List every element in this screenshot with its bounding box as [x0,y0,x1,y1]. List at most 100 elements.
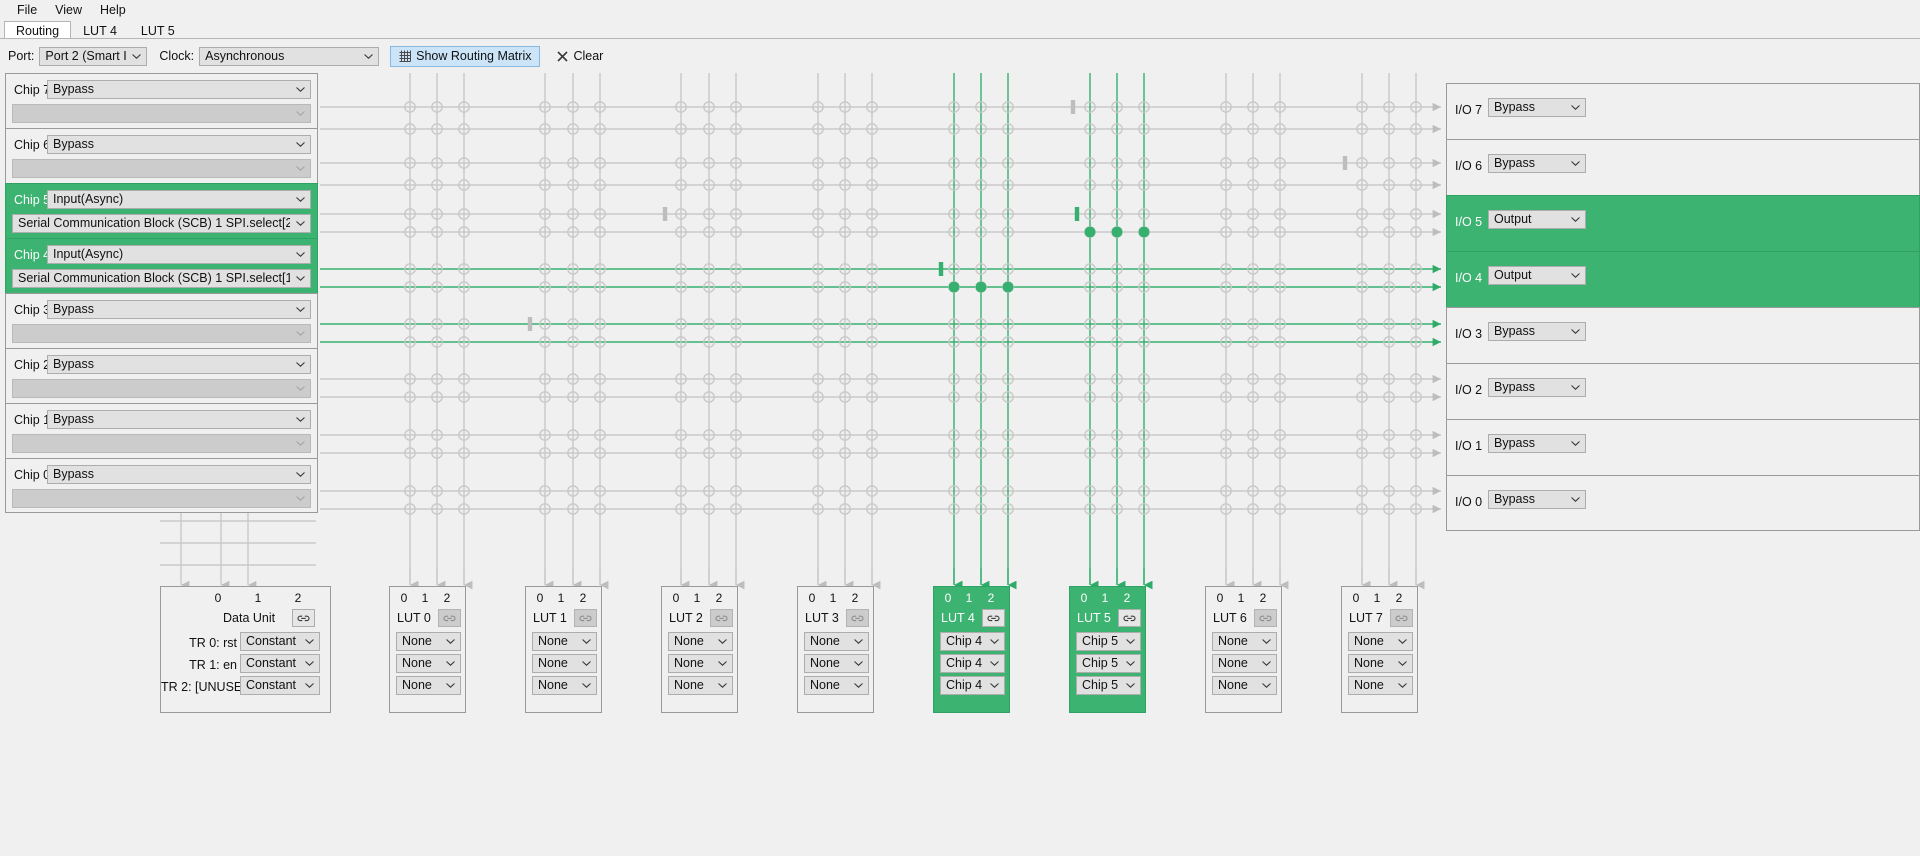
du-row-0-select[interactable]: Constant 0 [240,632,320,651]
lut-panel-lut3-input-0[interactable]: None [804,632,869,651]
chip-signal-select[interactable]: Serial Communication Block (SCB) 1 SPI.s… [12,214,311,233]
tab-routing[interactable]: Routing [4,21,72,39]
lut-panel-lut4-input-2[interactable]: Chip 4 [940,676,1005,695]
lut-panel-lut2-input-2[interactable]: None [668,676,733,695]
lut-input-value: Chip 4 [946,656,983,670]
menu-item-help[interactable]: Help [91,1,135,19]
chip-mode-select[interactable]: Bypass [47,410,311,429]
lut-panel-lut5-input-0[interactable]: Chip 5 [1076,632,1141,651]
chip-row-chip-3[interactable]: Chip 3 Bypass [5,293,318,348]
lut-link-button[interactable] [1390,609,1413,627]
lut-panel-lut0: 0 1 2 LUT 0 None None None [389,586,466,713]
lut-panel-lut6-input-1[interactable]: None [1212,654,1277,673]
chevron-down-icon [296,246,305,263]
lut-panel-lut1: 0 1 2 LUT 1 None None None [525,586,602,713]
lut-panel-lut5-input-2[interactable]: Chip 5 [1076,676,1141,695]
lut-link-button[interactable] [710,609,733,627]
io-row-i-o-7[interactable]: I/O 7 Bypass [1446,83,1920,139]
clear-button[interactable]: Clear [548,45,613,67]
chip-mode-select[interactable]: Bypass [47,135,311,154]
chip-mode-select[interactable]: Bypass [47,300,311,319]
data-unit-link-button[interactable] [292,609,315,627]
io-mode-select[interactable]: Bypass [1488,434,1586,453]
tab-lut5[interactable]: LUT 5 [128,21,187,39]
chip-signal-select[interactable] [12,324,311,343]
lut-panel-lut0-input-1[interactable]: None [396,654,461,673]
lut-panel-lut6-input-2[interactable]: None [1212,676,1277,695]
io-mode-select[interactable]: Bypass [1488,154,1586,173]
chip-signal-select[interactable] [12,104,311,123]
chip-signal-select[interactable] [12,489,311,508]
chip-label: Chip 7 [14,83,51,97]
lut-link-button[interactable] [982,609,1005,627]
io-label: I/O 5 [1455,215,1483,229]
lut-input-value: None [1354,678,1384,692]
io-row-i-o-2[interactable]: I/O 2 Bypass [1446,363,1920,419]
chip-row-chip-7[interactable]: Chip 7 Bypass [5,73,318,128]
lut-link-button[interactable] [438,609,461,627]
lut-link-button[interactable] [1254,609,1277,627]
chip-mode-select[interactable]: Input(Async) [47,190,311,209]
io-row-i-o-5[interactable]: I/O 5 Output [1446,195,1920,251]
chip-row-chip-2[interactable]: Chip 2 Bypass [5,348,318,403]
lut-panel-lut0-input-0[interactable]: None [396,632,461,651]
chip-row-chip-1[interactable]: Chip 1 Bypass [5,403,318,458]
lut-panel-lut4-input-1[interactable]: Chip 4 [940,654,1005,673]
tab-lut4[interactable]: LUT 4 [71,21,129,39]
io-row-i-o-0[interactable]: I/O 0 Bypass [1446,475,1920,531]
chip-row-chip-5[interactable]: Chip 5 Input(Async) Serial Communication B… [5,183,318,238]
chevron-down-icon [132,48,142,65]
io-mode-select[interactable]: Output [1488,266,1586,285]
lut-panel-lut5-input-1[interactable]: Chip 5 [1076,654,1141,673]
io-row-i-o-4[interactable]: I/O 4 Output [1446,251,1920,307]
lut-panel-lut1-input-0[interactable]: None [532,632,597,651]
io-row-i-o-1[interactable]: I/O 1 Bypass [1446,419,1920,475]
lut-panel-lut6-input-0[interactable]: None [1212,632,1277,651]
du-row-2-select[interactable]: Constant 0 [240,676,320,695]
lut-panel-lut2-input-1[interactable]: None [668,654,733,673]
io-mode-select[interactable]: Bypass [1488,322,1586,341]
io-row-i-o-6[interactable]: I/O 6 Bypass [1446,139,1920,195]
io-mode-select[interactable]: Bypass [1488,378,1586,397]
lut-column-headers: 012 [526,591,601,605]
show-routing-matrix-label: Show Routing Matrix [416,49,532,63]
lut-panel-lut3-input-2[interactable]: None [804,676,869,695]
lut-link-button[interactable] [1118,609,1141,627]
menu-item-view[interactable]: View [46,1,91,19]
chip-mode-select[interactable]: Bypass [47,80,311,99]
io-mode-select[interactable]: Bypass [1488,98,1586,117]
chip-mode-select[interactable]: Input(Async) [47,245,311,264]
chip-row-chip-6[interactable]: Chip 6 Bypass [5,128,318,183]
port-select[interactable]: Port 2 (Smart I/O 0) [39,46,148,66]
lut-panel-lut3-input-1[interactable]: None [804,654,869,673]
lut-panel-lut2-input-0[interactable]: None [668,632,733,651]
lut-panel-lut1-input-2[interactable]: None [532,676,597,695]
link-icon [579,615,592,621]
lut-panel-lut1-input-1[interactable]: None [532,654,597,673]
du-row-1-select[interactable]: Constant 0 [240,654,320,673]
chip-row-chip-4[interactable]: Chip 4 Input(Async) Serial Communication B… [5,238,318,293]
chip-signal-select[interactable] [12,434,311,453]
chip-mode-select[interactable]: Bypass [47,355,311,374]
lut-input-value: None [674,634,704,648]
lut-panel-lut0-input-2[interactable]: None [396,676,461,695]
chip-signal-select[interactable] [12,159,311,178]
io-row-i-o-3[interactable]: I/O 3 Bypass [1446,307,1920,363]
lut-panel-lut7-input-1[interactable]: None [1348,654,1413,673]
chip-signal-select[interactable]: Serial Communication Block (SCB) 1 SPI.s… [12,269,311,288]
chip-mode-select[interactable]: Bypass [47,465,311,484]
clock-select[interactable]: Asynchronous [199,46,380,66]
lut-panel-lut4-input-0[interactable]: Chip 4 [940,632,1005,651]
show-routing-matrix-button[interactable]: Show Routing Matrix [390,45,541,67]
chevron-down-icon [1398,633,1407,650]
io-mode-select[interactable]: Bypass [1488,490,1586,509]
lut-link-button[interactable] [846,609,869,627]
menu-item-file[interactable]: File [8,1,46,19]
lut-panel-lut7-input-2[interactable]: None [1348,676,1413,695]
chip-row-chip-0[interactable]: Chip 0 Bypass [5,458,318,513]
lut-link-button[interactable] [574,609,597,627]
io-mode-select[interactable]: Output [1488,210,1586,229]
lut-panel-lut7-input-0[interactable]: None [1348,632,1413,651]
chip-signal-select[interactable] [12,379,311,398]
io-mode-value: Bypass [1494,436,1535,450]
